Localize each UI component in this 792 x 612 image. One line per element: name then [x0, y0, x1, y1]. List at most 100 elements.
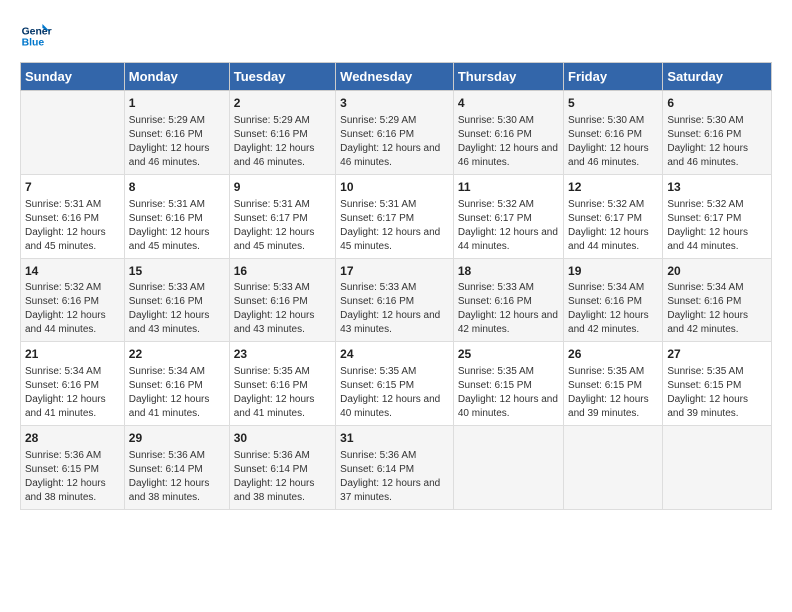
calendar-cell: 7 Sunrise: 5:31 AM Sunset: 6:16 PM Daylig…	[21, 174, 125, 258]
day-number: 6	[667, 95, 767, 112]
calendar-cell: 4 Sunrise: 5:30 AM Sunset: 6:16 PM Daylig…	[453, 91, 563, 175]
day-number: 21	[25, 346, 120, 363]
calendar-cell: 21 Sunrise: 5:34 AM Sunset: 6:16 PM Dayli…	[21, 342, 125, 426]
cell-content: Sunrise: 5:33 AM Sunset: 6:16 PM Dayligh…	[458, 281, 559, 337]
cell-content: Sunrise: 5:30 AM Sunset: 6:16 PM Dayligh…	[458, 114, 559, 170]
day-number: 20	[667, 263, 767, 280]
day-number: 10	[340, 179, 449, 196]
calendar-cell: 24 Sunrise: 5:35 AM Sunset: 6:15 PM Dayli…	[336, 342, 454, 426]
calendar-cell: 30Sunrise: 5:36 AM Sunset: 6:14 PM Dayli…	[229, 426, 335, 510]
header-wednesday: Wednesday	[336, 63, 454, 91]
cell-content: Sunrise: 5:29 AM Sunset: 6:16 PM Dayligh…	[129, 114, 225, 170]
day-number: 13	[667, 179, 767, 196]
day-number: 5	[568, 95, 658, 112]
day-number: 15	[129, 263, 225, 280]
header-sunday: Sunday	[21, 63, 125, 91]
header-tuesday: Tuesday	[229, 63, 335, 91]
cell-content: Sunrise: 5:36 AM Sunset: 6:14 PM Dayligh…	[340, 449, 449, 505]
calendar-cell: 22 Sunrise: 5:34 AM Sunset: 6:16 PM Dayli…	[124, 342, 229, 426]
day-number: 14	[25, 263, 120, 280]
week-row-5: 28 Sunrise: 5:36 AM Sunset: 6:15 PM Dayli…	[21, 426, 772, 510]
day-number: 31	[340, 430, 449, 447]
svg-text:General: General	[22, 26, 52, 37]
day-number: 30	[234, 430, 331, 447]
day-number: 9	[234, 179, 331, 196]
header-monday: Monday	[124, 63, 229, 91]
calendar-cell	[663, 426, 772, 510]
cell-content: Sunrise: 5:35 AM Sunset: 6:16 PM Dayligh…	[234, 365, 331, 421]
day-number: 28	[25, 430, 120, 447]
week-row-2: 7 Sunrise: 5:31 AM Sunset: 6:16 PM Daylig…	[21, 174, 772, 258]
calendar-cell	[564, 426, 663, 510]
calendar-cell: 6 Sunrise: 5:30 AM Sunset: 6:16 PM Daylig…	[663, 91, 772, 175]
calendar-cell: 23 Sunrise: 5:35 AM Sunset: 6:16 PM Dayli…	[229, 342, 335, 426]
day-number: 7	[25, 179, 120, 196]
cell-content: Sunrise: 5:29 AM Sunset: 6:16 PM Dayligh…	[340, 114, 449, 170]
day-number: 27	[667, 346, 767, 363]
calendar-cell: 26 Sunrise: 5:35 AM Sunset: 6:15 PM Dayli…	[564, 342, 663, 426]
cell-content: Sunrise: 5:33 AM Sunset: 6:16 PM Dayligh…	[340, 281, 449, 337]
day-number: 16	[234, 263, 331, 280]
cell-content: Sunrise: 5:35 AM Sunset: 6:15 PM Dayligh…	[568, 365, 658, 421]
calendar-cell: 8Sunrise: 5:31 AM Sunset: 6:16 PM Daylig…	[124, 174, 229, 258]
cell-content: Sunrise: 5:34 AM Sunset: 6:16 PM Dayligh…	[129, 365, 225, 421]
day-number: 26	[568, 346, 658, 363]
calendar-cell: 17Sunrise: 5:33 AM Sunset: 6:16 PM Dayli…	[336, 258, 454, 342]
calendar-table: SundayMondayTuesdayWednesdayThursdayFrid…	[20, 62, 772, 510]
calendar-cell: 3 Sunrise: 5:29 AM Sunset: 6:16 PM Daylig…	[336, 91, 454, 175]
calendar-cell: 14Sunrise: 5:32 AM Sunset: 6:16 PM Dayli…	[21, 258, 125, 342]
cell-content: Sunrise: 5:32 AM Sunset: 6:17 PM Dayligh…	[568, 198, 658, 254]
svg-text:Blue: Blue	[22, 38, 45, 49]
day-number: 19	[568, 263, 658, 280]
cell-content: Sunrise: 5:31 AM Sunset: 6:16 PM Dayligh…	[25, 198, 120, 254]
calendar-cell	[21, 91, 125, 175]
cell-content: Sunrise: 5:31 AM Sunset: 6:16 PM Dayligh…	[129, 198, 225, 254]
cell-content: Sunrise: 5:31 AM Sunset: 6:17 PM Dayligh…	[234, 198, 331, 254]
calendar-cell: 31 Sunrise: 5:36 AM Sunset: 6:14 PM Dayli…	[336, 426, 454, 510]
calendar-cell: 1Sunrise: 5:29 AM Sunset: 6:16 PM Daylig…	[124, 91, 229, 175]
calendar-cell: 27 Sunrise: 5:35 AM Sunset: 6:15 PM Dayli…	[663, 342, 772, 426]
header-saturday: Saturday	[663, 63, 772, 91]
week-row-3: 14Sunrise: 5:32 AM Sunset: 6:16 PM Dayli…	[21, 258, 772, 342]
cell-content: Sunrise: 5:32 AM Sunset: 6:17 PM Dayligh…	[667, 198, 767, 254]
calendar-cell: 25 Sunrise: 5:35 AM Sunset: 6:15 PM Dayli…	[453, 342, 563, 426]
calendar-cell: 9 Sunrise: 5:31 AM Sunset: 6:17 PM Daylig…	[229, 174, 335, 258]
logo: General Blue	[20, 20, 52, 52]
day-number: 4	[458, 95, 559, 112]
cell-content: Sunrise: 5:30 AM Sunset: 6:16 PM Dayligh…	[568, 114, 658, 170]
cell-content: Sunrise: 5:29 AM Sunset: 6:16 PM Dayligh…	[234, 114, 331, 170]
cell-content: Sunrise: 5:35 AM Sunset: 6:15 PM Dayligh…	[667, 365, 767, 421]
calendar-cell: 28 Sunrise: 5:36 AM Sunset: 6:15 PM Dayli…	[21, 426, 125, 510]
day-number: 3	[340, 95, 449, 112]
week-row-1: 1Sunrise: 5:29 AM Sunset: 6:16 PM Daylig…	[21, 91, 772, 175]
cell-content: Sunrise: 5:33 AM Sunset: 6:16 PM Dayligh…	[234, 281, 331, 337]
cell-content: Sunrise: 5:35 AM Sunset: 6:15 PM Dayligh…	[340, 365, 449, 421]
cell-content: Sunrise: 5:36 AM Sunset: 6:15 PM Dayligh…	[25, 449, 120, 505]
day-number: 2	[234, 95, 331, 112]
calendar-cell: 12Sunrise: 5:32 AM Sunset: 6:17 PM Dayli…	[564, 174, 663, 258]
day-number: 22	[129, 346, 225, 363]
cell-content: Sunrise: 5:35 AM Sunset: 6:15 PM Dayligh…	[458, 365, 559, 421]
calendar-cell: 10 Sunrise: 5:31 AM Sunset: 6:17 PM Dayli…	[336, 174, 454, 258]
day-number: 24	[340, 346, 449, 363]
calendar-cell: 15Sunrise: 5:33 AM Sunset: 6:16 PM Dayli…	[124, 258, 229, 342]
day-number: 18	[458, 263, 559, 280]
cell-content: Sunrise: 5:32 AM Sunset: 6:17 PM Dayligh…	[458, 198, 559, 254]
cell-content: Sunrise: 5:34 AM Sunset: 6:16 PM Dayligh…	[667, 281, 767, 337]
calendar-cell: 2 Sunrise: 5:29 AM Sunset: 6:16 PM Daylig…	[229, 91, 335, 175]
day-number: 25	[458, 346, 559, 363]
calendar-cell: 16Sunrise: 5:33 AM Sunset: 6:16 PM Dayli…	[229, 258, 335, 342]
day-number: 11	[458, 179, 559, 196]
cell-content: Sunrise: 5:31 AM Sunset: 6:17 PM Dayligh…	[340, 198, 449, 254]
header-thursday: Thursday	[453, 63, 563, 91]
calendar-cell: 5 Sunrise: 5:30 AM Sunset: 6:16 PM Daylig…	[564, 91, 663, 175]
cell-content: Sunrise: 5:30 AM Sunset: 6:16 PM Dayligh…	[667, 114, 767, 170]
cell-content: Sunrise: 5:34 AM Sunset: 6:16 PM Dayligh…	[568, 281, 658, 337]
cell-content: Sunrise: 5:34 AM Sunset: 6:16 PM Dayligh…	[25, 365, 120, 421]
calendar-cell: 18Sunrise: 5:33 AM Sunset: 6:16 PM Dayli…	[453, 258, 563, 342]
week-row-4: 21 Sunrise: 5:34 AM Sunset: 6:16 PM Dayli…	[21, 342, 772, 426]
day-number: 17	[340, 263, 449, 280]
calendar-cell: 29Sunrise: 5:36 AM Sunset: 6:14 PM Dayli…	[124, 426, 229, 510]
day-number: 23	[234, 346, 331, 363]
calendar-cell: 20Sunrise: 5:34 AM Sunset: 6:16 PM Dayli…	[663, 258, 772, 342]
